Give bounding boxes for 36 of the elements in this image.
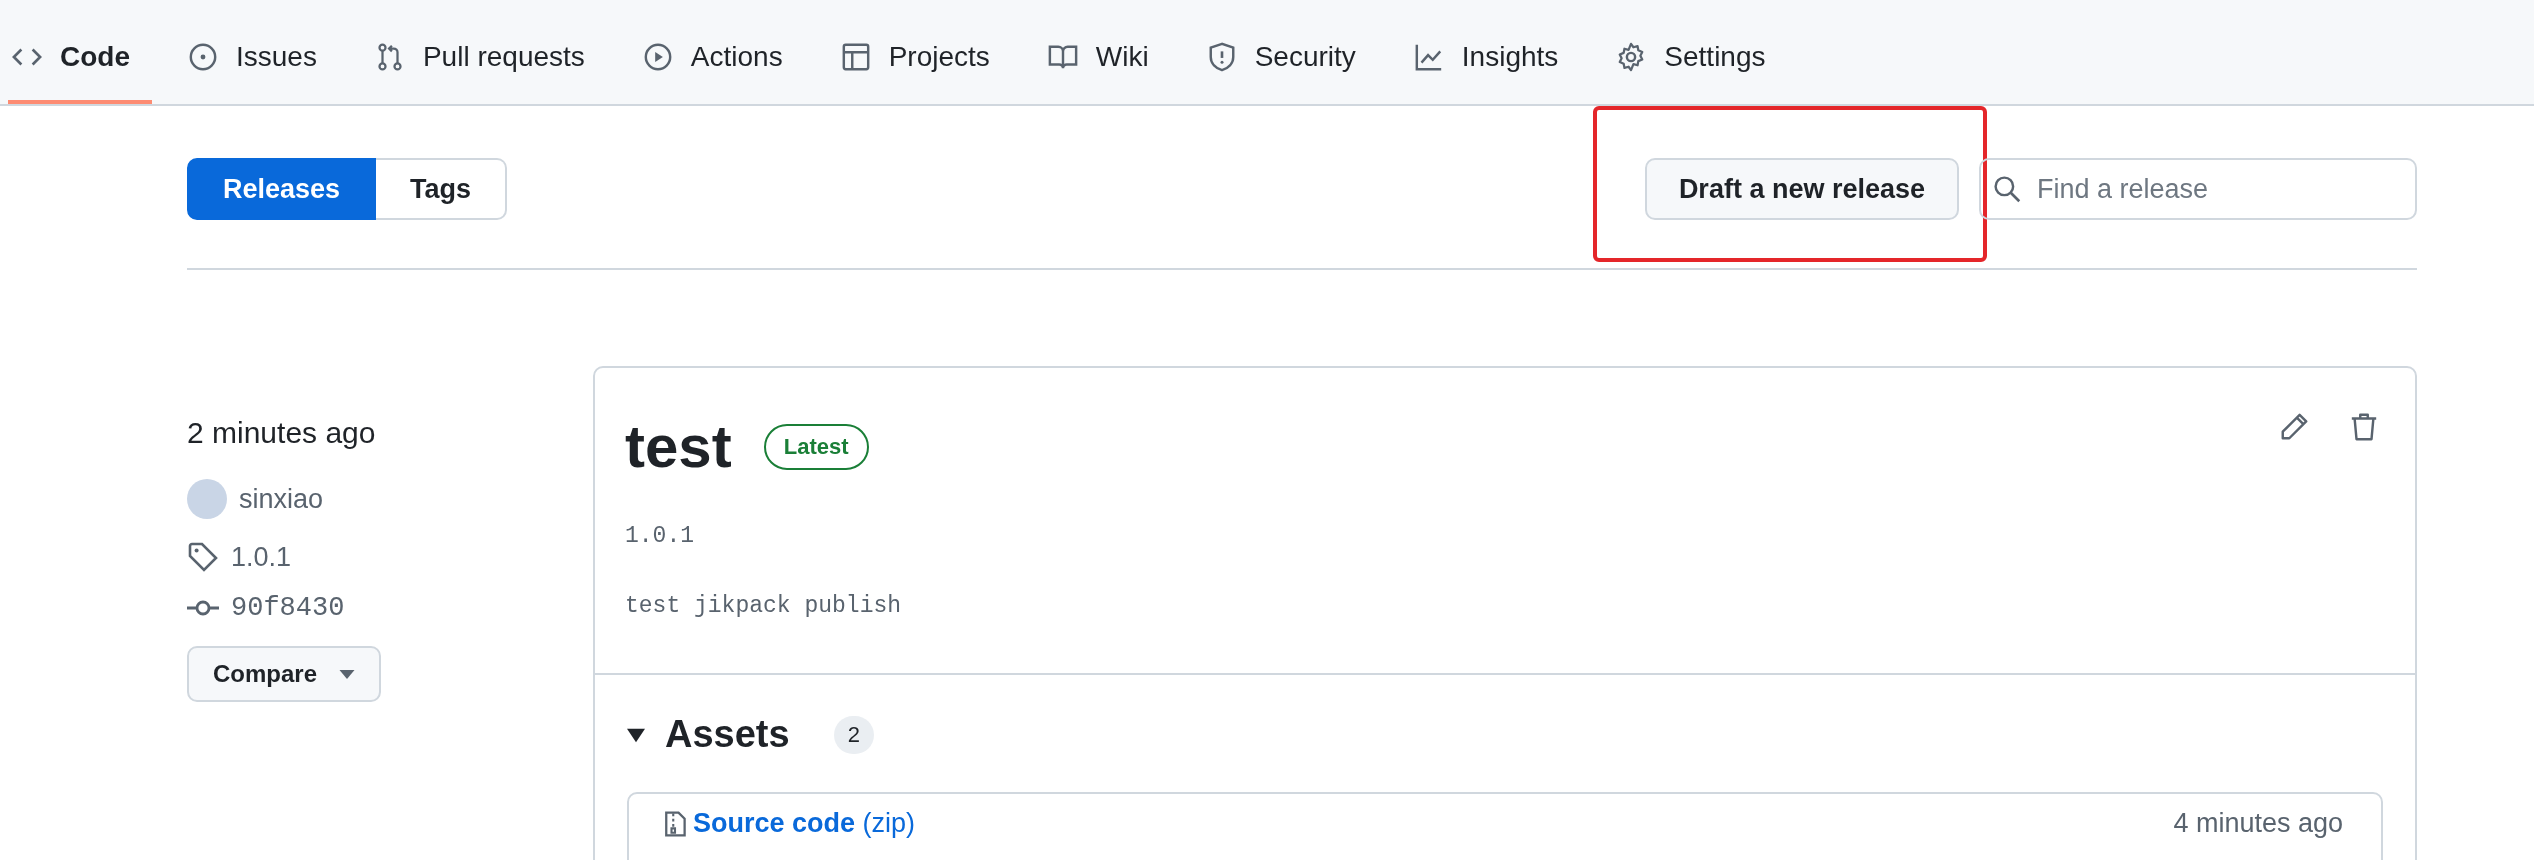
nav-tab[interactable]: Pull requests (370, 0, 607, 104)
asset-time: 4 minutes ago (2173, 808, 2343, 839)
releases-tags-tab[interactable]: Releases (187, 158, 377, 220)
releases-tags-tab[interactable]: Tags (376, 158, 508, 220)
assets-heading[interactable]: Assets (665, 713, 790, 756)
nav-tab[interactable]: Insights (1409, 0, 1581, 104)
tag-link[interactable]: 1.0.1 (231, 541, 292, 573)
author-link[interactable]: sinxiao (239, 483, 324, 515)
pencil-icon[interactable] (2279, 411, 2309, 442)
trash-icon[interactable] (2349, 411, 2379, 442)
draft-release-button[interactable]: Draft a new release (1644, 158, 1959, 220)
line-graph-icon (1413, 42, 1444, 72)
release-notes-line: test jikpack publish (625, 593, 903, 619)
caret-icon (339, 669, 356, 679)
circle-dot-icon (188, 42, 218, 72)
commit-link[interactable]: 90f8430 (231, 593, 345, 623)
nav-tab[interactable]: Projects (836, 0, 1012, 104)
nav-tab[interactable]: Actions (638, 0, 805, 104)
nav-tab[interactable]: Settings (1612, 0, 1788, 104)
latest-label: Latest (763, 423, 869, 470)
compare-button[interactable]: Compare (187, 646, 382, 702)
nav-tab[interactable]: Security (1202, 0, 1378, 104)
table-icon (840, 42, 871, 72)
avatar (187, 479, 227, 519)
release-notes-line: 1.0.1 (625, 523, 695, 549)
nav-tab[interactable]: Wiki (1043, 0, 1171, 104)
release-time: 2 minutes ago (187, 416, 377, 450)
release-title: test (625, 412, 732, 481)
nav-tab[interactable]: Code (8, 0, 152, 104)
asset-link[interactable]: Source code (zip) (693, 808, 916, 839)
assets-count: 2 (833, 715, 874, 754)
nav-tab[interactable]: Issues (184, 0, 339, 104)
tag-icon (187, 541, 219, 573)
play-icon (642, 42, 673, 72)
search-icon (1993, 175, 2021, 203)
search-field[interactable]: Find a release (1979, 158, 2417, 220)
